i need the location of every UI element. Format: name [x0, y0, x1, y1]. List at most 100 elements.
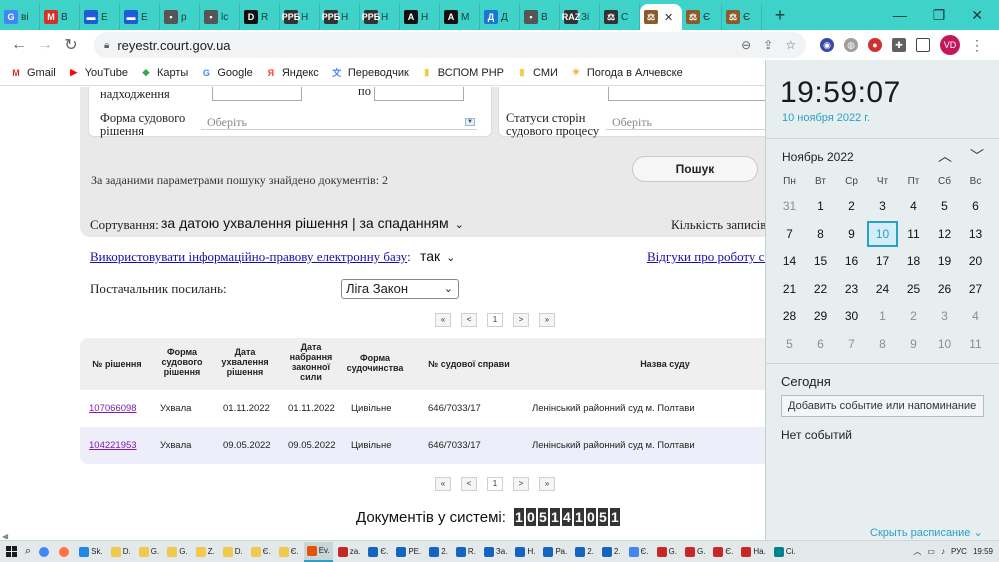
- tray-chevron-up-icon[interactable]: ︿: [913, 546, 921, 557]
- taskbar-app[interactable]: Ра.: [540, 542, 570, 562]
- bookmark-item[interactable]: M Gmail: [10, 67, 55, 79]
- language-indicator[interactable]: РУС: [951, 547, 967, 556]
- calendar-day[interactable]: 4: [960, 303, 991, 329]
- taskbar-app[interactable]: Є.: [248, 542, 274, 562]
- calendar-day[interactable]: 13: [960, 221, 991, 247]
- puzzle-icon[interactable]: ✚: [892, 38, 906, 52]
- calendar-day[interactable]: 16: [836, 248, 867, 274]
- calendar-day[interactable]: 5: [774, 331, 805, 357]
- calendar-day[interactable]: 11: [960, 331, 991, 357]
- zoom-icon[interactable]: ⊖: [741, 38, 751, 52]
- taskbar-app[interactable]: 2.: [599, 542, 624, 562]
- use-db-link[interactable]: Використовувати інформаційно-правову еле…: [90, 249, 411, 265]
- taskbar-app[interactable]: G.: [136, 542, 162, 562]
- calendar-day[interactable]: 2: [836, 193, 867, 219]
- calendar-day[interactable]: 19: [929, 248, 960, 274]
- browser-tab[interactable]: ▬ Е: [80, 4, 120, 30]
- calendar-day[interactable]: 23: [836, 276, 867, 302]
- calendar-day[interactable]: 31: [774, 193, 805, 219]
- calendar-day[interactable]: 25: [898, 276, 929, 302]
- forward-arrow-icon[interactable]: →: [32, 36, 58, 54]
- pager-first-button[interactable]: «: [435, 313, 451, 327]
- bookmark-item[interactable]: ▮ ВСПОМ РНР: [421, 67, 504, 79]
- calendar-day[interactable]: 7: [774, 221, 805, 247]
- hide-schedule-link[interactable]: Скрыть расписание ⌄: [870, 526, 983, 539]
- decision-form-select[interactable]: Оберіть ▼: [201, 114, 477, 130]
- firefox-pinned-icon[interactable]: [56, 542, 74, 562]
- bookmark-item[interactable]: 文 Переводчик: [331, 67, 408, 79]
- calendar-day[interactable]: 30: [836, 303, 867, 329]
- browser-tab[interactable]: ⚖ Є: [682, 4, 722, 30]
- reload-icon[interactable]: ↻: [58, 35, 84, 55]
- address-bar[interactable]: 🔒︎ reyestr.court.gov.ua ⊖ ⇪ ☆: [94, 32, 806, 58]
- calendar-day[interactable]: 26: [929, 276, 960, 302]
- bookmark-item[interactable]: ☀ Погода в Алчевске: [570, 67, 683, 79]
- right-top-input[interactable]: [608, 87, 765, 101]
- browser-tab[interactable]: ▪ В: [520, 4, 560, 30]
- search-button[interactable]: Пошук: [632, 156, 758, 182]
- tab-close-icon[interactable]: ✕: [664, 11, 673, 24]
- globe-icon[interactable]: ◍: [844, 38, 858, 52]
- taskbar-app[interactable]: На.: [738, 542, 768, 562]
- calendar-day[interactable]: 20: [960, 248, 991, 274]
- close-window-icon[interactable]: ✕: [971, 7, 983, 24]
- pager-last-button[interactable]: »: [539, 313, 555, 327]
- share-icon[interactable]: ⇪: [763, 38, 773, 52]
- menu-kebab-icon[interactable]: ⋮: [970, 37, 984, 54]
- browser-tab[interactable]: ⚖ С: [600, 4, 640, 30]
- pager-prev-button[interactable]: <: [461, 477, 477, 491]
- taskbar-app[interactable]: G.: [164, 542, 190, 562]
- calendar-day[interactable]: 6: [960, 193, 991, 219]
- taskbar-app[interactable]: Є.: [626, 542, 652, 562]
- taskbar-app[interactable]: Сі.: [771, 542, 799, 562]
- new-tab-button[interactable]: +: [768, 5, 792, 26]
- calendar-day[interactable]: 29: [805, 303, 836, 329]
- calendar-day[interactable]: 11: [898, 221, 929, 247]
- calendar-day[interactable]: 12: [929, 221, 960, 247]
- taskbar-app[interactable]: 2.: [572, 542, 597, 562]
- calendar-day[interactable]: 8: [867, 331, 898, 357]
- calendar-day[interactable]: 27: [960, 276, 991, 302]
- chevron-down-icon[interactable]: ﹀: [970, 146, 984, 166]
- taskbar-app[interactable]: Z.: [193, 542, 218, 562]
- dropdown-arrow-icon[interactable]: ▼: [465, 118, 475, 126]
- party-status-select[interactable]: Оберіть: [606, 114, 765, 130]
- taskbar-app[interactable]: Є.: [276, 542, 302, 562]
- date-link[interactable]: 10 ноября 2022 г.: [782, 112, 870, 124]
- taskbar-app[interactable]: Ev.: [303, 541, 333, 562]
- bookmark-item[interactable]: ◆ Карты: [140, 67, 189, 79]
- pager-page-button[interactable]: 1: [487, 313, 503, 327]
- browser-tab[interactable]: РРБ Н: [360, 4, 400, 30]
- restore-icon[interactable]: ❐: [933, 7, 946, 24]
- pager-prev-button[interactable]: <: [461, 313, 477, 327]
- pager-next-button[interactable]: >: [513, 477, 529, 491]
- calendar-day[interactable]: 3: [929, 303, 960, 329]
- calendar-day[interactable]: 4: [898, 193, 929, 219]
- calendar-day[interactable]: 22: [805, 276, 836, 302]
- decision-number-link[interactable]: 107066098: [89, 403, 137, 414]
- browser-tab[interactable]: ▪ р: [160, 4, 200, 30]
- bookmark-item[interactable]: ▮ СМИ: [516, 67, 558, 79]
- taskbar-app[interactable]: За.: [481, 542, 511, 562]
- browser-tab[interactable]: АН: [400, 4, 440, 30]
- month-title[interactable]: Ноябрь 2022: [782, 150, 854, 164]
- network-icon[interactable]: ▭: [927, 547, 935, 556]
- taskbar-app[interactable]: РЕ.: [393, 542, 424, 562]
- back-arrow-icon[interactable]: ←: [6, 36, 32, 54]
- calendar-day[interactable]: 15: [805, 248, 836, 274]
- pager-next-button[interactable]: >: [513, 313, 529, 327]
- minimize-icon[interactable]: —: [893, 7, 907, 24]
- calendar-day[interactable]: 2: [898, 303, 929, 329]
- browser-tab[interactable]: DR: [240, 4, 280, 30]
- search-icon[interactable]: ⌕: [22, 542, 34, 562]
- calendar-day[interactable]: 14: [774, 248, 805, 274]
- bookmark-star-icon[interactable]: ☆: [785, 38, 796, 52]
- taskbar-app[interactable]: Н.: [512, 542, 538, 562]
- url-text[interactable]: reyestr.court.gov.ua: [117, 38, 729, 53]
- calendar-day[interactable]: 1: [867, 303, 898, 329]
- extension-red-icon[interactable]: ●: [868, 38, 882, 52]
- add-event-input[interactable]: Добавить событие или напоминание: [781, 395, 984, 417]
- browser-tab[interactable]: ▬ Е: [120, 4, 160, 30]
- feedback-link[interactable]: Відгуки про роботу са: [647, 249, 765, 265]
- browser-tab[interactable]: MВ: [40, 4, 80, 30]
